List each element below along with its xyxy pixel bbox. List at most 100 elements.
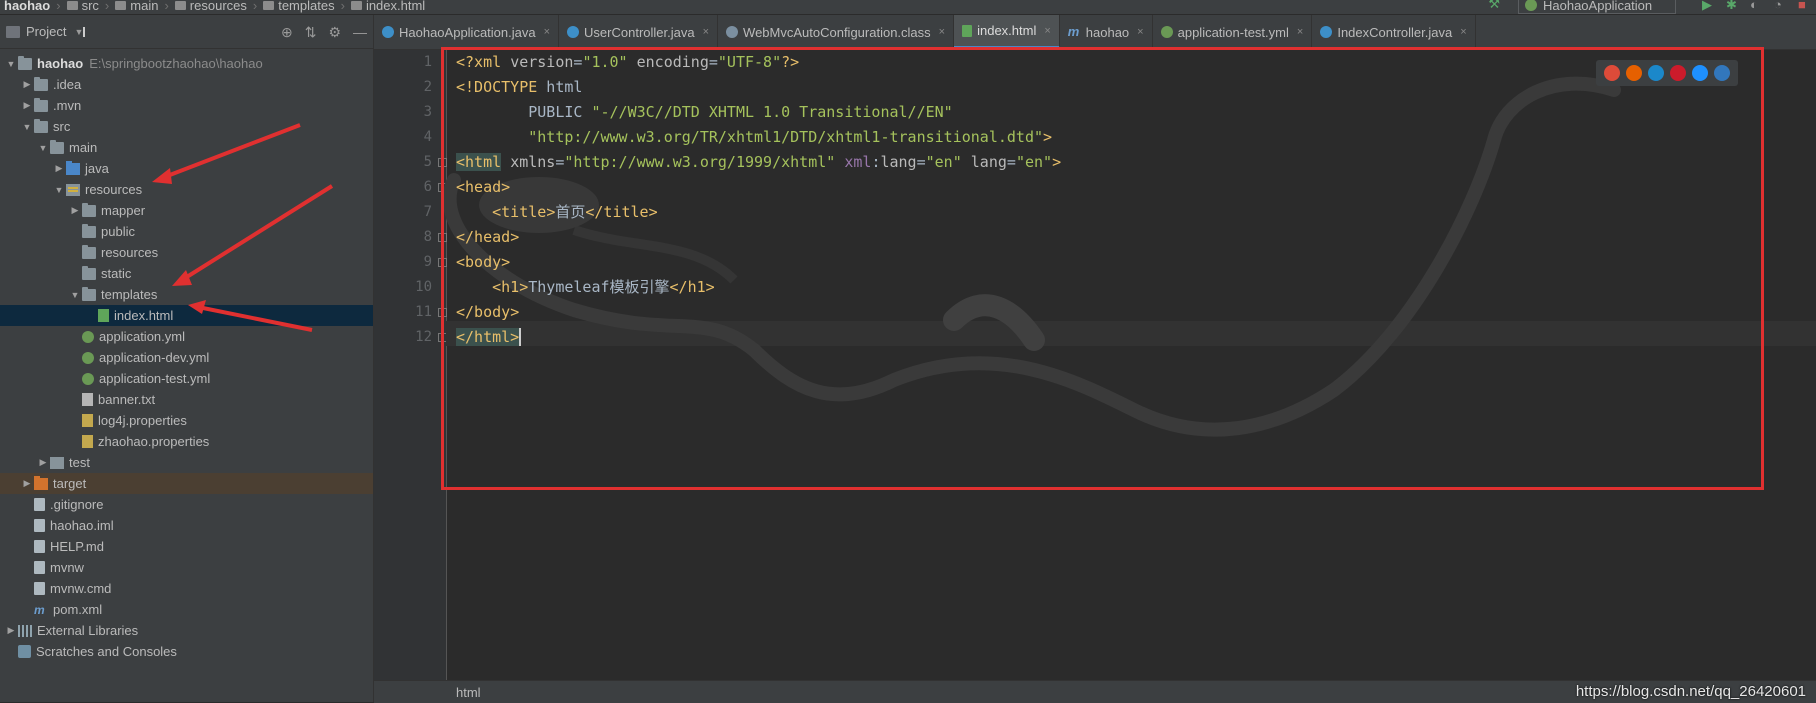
stop-icon[interactable]: ■: [1798, 0, 1812, 12]
close-icon[interactable]: ×: [1044, 25, 1050, 37]
fold-marker-icon[interactable]: [438, 308, 447, 317]
edge-icon[interactable]: [1714, 65, 1730, 81]
code-line[interactable]: "http://www.w3.org/TR/xhtml1/DTD/xhtml1-…: [456, 125, 1052, 149]
status-context[interactable]: html: [456, 685, 481, 700]
fold-marker-icon[interactable]: [438, 183, 447, 192]
build-hammer-icon[interactable]: ⚒: [1488, 0, 1500, 12]
tree-item[interactable]: public: [0, 221, 373, 242]
breadcrumb-item[interactable]: templates: [259, 0, 338, 13]
chevron-down-icon[interactable]: ▼: [68, 290, 82, 300]
chevron-right-icon[interactable]: ▶: [20, 79, 34, 90]
close-icon[interactable]: ×: [1137, 26, 1143, 38]
chevron-right-icon[interactable]: ▶: [68, 205, 82, 216]
close-icon[interactable]: ×: [1460, 26, 1466, 38]
tree-item[interactable]: ▼ src: [0, 116, 373, 137]
breadcrumb-item[interactable]: resources: [171, 0, 251, 13]
tree-item[interactable]: ▼ main: [0, 137, 373, 158]
code-line[interactable]: <head>: [456, 175, 510, 199]
editor-tab[interactable]: UserController.java ×: [559, 15, 719, 49]
chrome-icon[interactable]: [1604, 65, 1620, 81]
tree-item[interactable]: ▼ templates: [0, 284, 373, 305]
code-line[interactable]: </body>: [456, 300, 519, 324]
tree-item[interactable]: ▶ java: [0, 158, 373, 179]
code-line[interactable]: PUBLIC "-//W3C//DTD XHTML 1.0 Transition…: [456, 100, 952, 124]
tree-item[interactable]: resources: [0, 242, 373, 263]
tree-item[interactable]: application.yml: [0, 326, 373, 347]
ie-icon[interactable]: [1692, 65, 1708, 81]
close-icon[interactable]: ×: [939, 26, 945, 38]
run-configuration-select[interactable]: HaohaoApplication: [1518, 0, 1676, 14]
code-line[interactable]: <?xml version="1.0" encoding="UTF-8"?>: [456, 50, 799, 74]
tree-item[interactable]: .gitignore: [0, 494, 373, 515]
chevron-down-icon[interactable]: ▼: [52, 185, 66, 195]
tree-item[interactable]: zhaohao.properties: [0, 431, 373, 452]
code-line[interactable]: <html xmlns="http://www.w3.org/1999/xhtm…: [456, 150, 1061, 174]
editor-tab[interactable]: application-test.yml ×: [1153, 15, 1313, 49]
firefox-icon[interactable]: [1626, 65, 1642, 81]
chevron-right-icon[interactable]: ▶: [52, 163, 66, 174]
code-line[interactable]: <title>首页</title>: [456, 200, 657, 224]
chevron-down-icon[interactable]: ▼: [4, 59, 18, 69]
editor-tab[interactable]: HaohaoApplication.java ×: [374, 15, 560, 49]
tree-item[interactable]: ▼ haohao E:\springbootzhaohao\haohao: [0, 53, 373, 74]
fold-marker-icon[interactable]: [438, 158, 447, 167]
tree-item[interactable]: index.html: [0, 305, 373, 326]
tree-item[interactable]: mvnw: [0, 557, 373, 578]
editor-tab[interactable]: WebMvcAutoConfiguration.class ×: [718, 15, 955, 49]
tree-item[interactable]: static: [0, 263, 373, 284]
code-line[interactable]: </head>: [456, 225, 519, 249]
tree-item[interactable]: application-dev.yml: [0, 347, 373, 368]
editor-tab[interactable]: m haohao ×: [1060, 15, 1153, 49]
tree-item[interactable]: m pom.xml: [0, 599, 373, 620]
tree-item[interactable]: ▶ .idea: [0, 74, 373, 95]
project-view-selector[interactable]: Project ▼: [6, 24, 86, 39]
breadcrumb-item[interactable]: main: [111, 0, 162, 13]
chevron-down-icon[interactable]: ▼: [36, 143, 50, 153]
hide-icon[interactable]: —: [353, 24, 367, 41]
breadcrumb-item[interactable]: src: [63, 0, 103, 13]
tree-item[interactable]: application-test.yml: [0, 368, 373, 389]
code-line[interactable]: <body>: [456, 250, 510, 274]
chevron-right-icon[interactable]: ▶: [4, 625, 18, 636]
chevron-right-icon[interactable]: ▶: [20, 478, 34, 489]
run-icon[interactable]: ▶: [1702, 0, 1716, 12]
chevron-right-icon[interactable]: ▶: [20, 100, 34, 111]
tree-item[interactable]: mvnw.cmd: [0, 578, 373, 599]
breadcrumb-item[interactable]: haohao: [0, 0, 54, 13]
code-editor[interactable]: 1 2 3 4 5 6 7 8 9 10 11 12 <?xml version="1.0" enco…: [374, 50, 1816, 680]
code-area[interactable]: <?xml version="1.0" encoding="UTF-8"?> <!…: [456, 50, 1816, 680]
editor-tab[interactable]: index.html ×: [954, 15, 1060, 49]
locate-icon[interactable]: ⊕: [281, 24, 293, 41]
opera-icon[interactable]: [1670, 65, 1686, 81]
tree-item[interactable]: HELP.md: [0, 536, 373, 557]
code-line[interactable]: <h1>Thymeleaf模板引擎</h1>: [456, 275, 715, 299]
tree-item[interactable]: ▶ .mvn: [0, 95, 373, 116]
tree-item[interactable]: ▶ target: [0, 473, 373, 494]
tree-item[interactable]: ▶ test: [0, 452, 373, 473]
tree-item[interactable]: Scratches and Consoles: [0, 641, 373, 662]
tree-item[interactable]: ▶ External Libraries: [0, 620, 373, 641]
tree-item[interactable]: log4j.properties: [0, 410, 373, 431]
breadcrumb-item[interactable]: index.html: [347, 0, 429, 13]
fold-marker-icon[interactable]: [438, 258, 447, 267]
editor-tab[interactable]: IndexController.java ×: [1312, 15, 1476, 49]
close-icon[interactable]: ×: [703, 26, 709, 38]
profile-icon[interactable]: ◔: [1774, 0, 1788, 12]
tree-item[interactable]: banner.txt: [0, 389, 373, 410]
safari-icon[interactable]: [1648, 65, 1664, 81]
gear-icon[interactable]: ⚙: [328, 24, 341, 41]
tree-item[interactable]: ▶ mapper: [0, 200, 373, 221]
coverage-icon[interactable]: ◐: [1750, 0, 1764, 12]
tree-item[interactable]: haohao.iml: [0, 515, 373, 536]
code-line[interactable]: </html>: [456, 325, 522, 349]
tree-item[interactable]: ▼ resources: [0, 179, 373, 200]
chevron-right-icon[interactable]: ▶: [36, 457, 50, 468]
close-icon[interactable]: ×: [1297, 26, 1303, 38]
chevron-down-icon: ▼: [74, 26, 86, 37]
debug-icon[interactable]: ✱: [1726, 0, 1740, 12]
fold-marker-icon[interactable]: [438, 233, 447, 242]
code-line[interactable]: <!DOCTYPE html: [456, 75, 582, 99]
chevron-down-icon[interactable]: ▼: [20, 122, 34, 132]
close-icon[interactable]: ×: [544, 26, 550, 38]
collapse-all-icon[interactable]: ⇅: [305, 24, 317, 41]
